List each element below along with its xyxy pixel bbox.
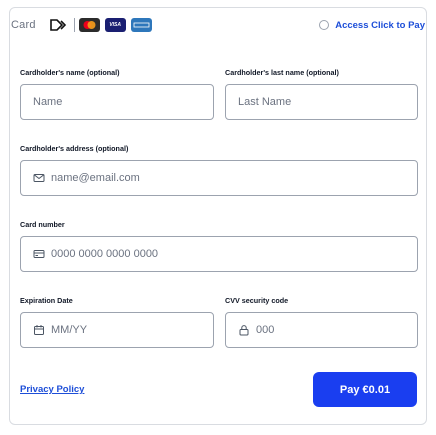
address-field[interactable]: name@email.com [20,160,418,196]
address-label: Cardholder's address (optional) [20,144,129,153]
calendar-icon [33,324,45,336]
mail-icon [33,172,45,184]
click-to-pay-icon [49,18,70,32]
privacy-policy-link[interactable]: Privacy Policy [20,384,84,395]
last-name-placeholder: Last Name [238,96,292,108]
access-click-to-pay-link[interactable]: Access Click to Pay [319,20,425,31]
access-click-to-pay-label: Access Click to Pay [335,19,425,31]
visa-icon: VISA [104,18,126,32]
payment-header: Card VISA Access Click to Pay [11,16,425,34]
first-name-label: Cardholder's name (optional) [20,68,120,77]
card-number-placeholder: 0000 0000 0000 0000 [51,248,159,260]
brand-separator [73,18,75,32]
card-brands: VISA [49,18,152,32]
credit-card-icon [33,248,45,260]
cvv-label: CVV security code [225,296,289,305]
pay-button[interactable]: Pay €0.01 [313,372,417,407]
first-name-placeholder: Name [33,96,63,108]
expiry-label: Expiration Date [20,296,73,305]
last-name-field[interactable]: Last Name [225,84,418,120]
expiry-field[interactable]: MM/YY [20,312,214,348]
card-label: Card [11,19,36,31]
card-number-field[interactable]: 0000 0000 0000 0000 [20,236,418,272]
cvv-field[interactable]: 000 [225,312,418,348]
expiry-placeholder: MM/YY [51,324,88,336]
amex-icon [130,18,152,32]
mastercard-icon [78,18,100,32]
lock-icon [238,324,250,336]
card-number-label: Card number [20,220,65,229]
radio-circle-icon [319,20,330,30]
address-placeholder: name@email.com [51,172,140,184]
first-name-field[interactable]: Name [20,84,214,120]
last-name-label: Cardholder's last name (optional) [225,68,339,77]
cvv-placeholder: 000 [256,324,275,336]
